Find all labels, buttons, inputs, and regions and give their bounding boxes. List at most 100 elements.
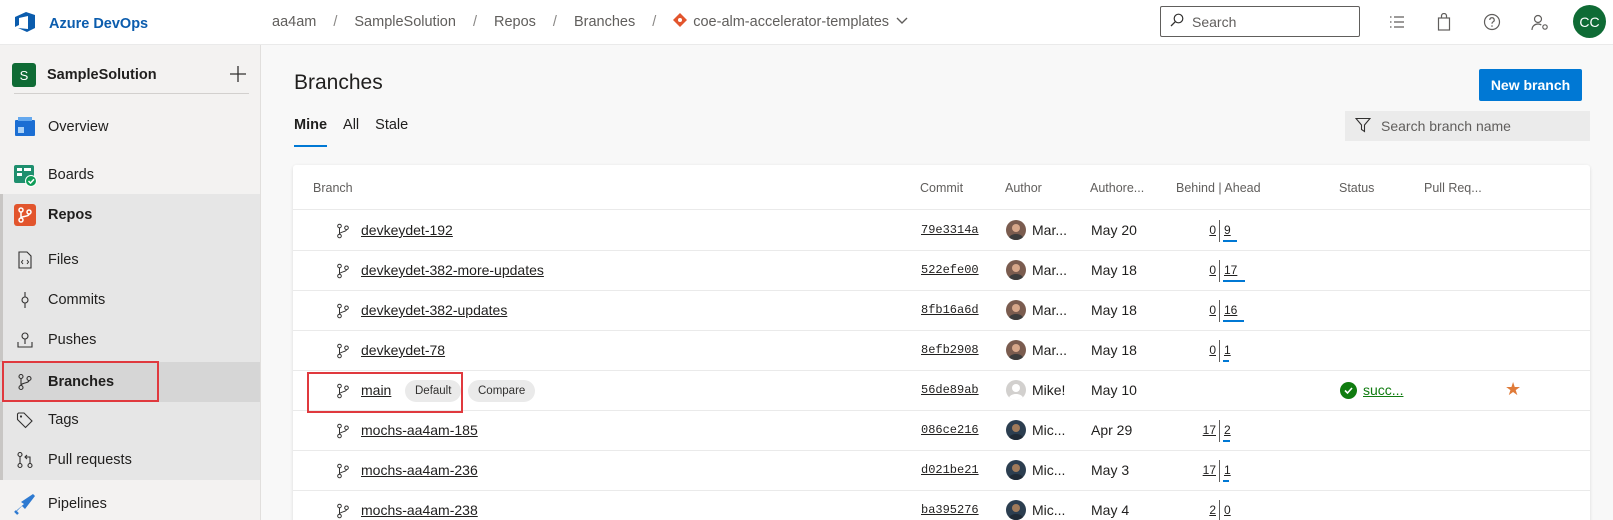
commit-id-link[interactable]: 086ce216 (921, 423, 979, 437)
global-search[interactable] (1160, 6, 1360, 37)
project-name: SampleSolution (47, 67, 157, 83)
commit-id-link[interactable]: ba395276 (921, 503, 979, 517)
col-pull-request[interactable]: Pull Req... (1424, 181, 1482, 195)
col-commit[interactable]: Commit (920, 181, 963, 195)
page-title: Branches (294, 71, 383, 94)
branch-search-input[interactable] (1381, 118, 1581, 134)
branch-name-link[interactable]: devkeydet-192 (361, 222, 453, 238)
behind-ahead-divider (1219, 300, 1220, 322)
table-row[interactable]: devkeydet-192 79e3314a Mar... May 20 0 9 (293, 211, 1590, 251)
col-author[interactable]: Author (1005, 181, 1042, 195)
breadcrumb-branches[interactable]: Branches (574, 14, 635, 30)
breadcrumb-project[interactable]: SampleSolution (354, 14, 456, 30)
breadcrumb-repos[interactable]: Repos (494, 14, 536, 30)
nav-overview[interactable]: Overview (0, 109, 260, 145)
behind-count-link[interactable]: 0 (1186, 343, 1216, 357)
behind-count-link[interactable]: 17 (1186, 423, 1216, 437)
table-row[interactable]: mochs-aa4am-238 ba395276 Mic... May 4 20 (293, 491, 1590, 520)
authored-date: May 18 (1091, 302, 1137, 318)
branch-name-link[interactable]: devkeydet-382-updates (361, 302, 507, 318)
authored-date: May 18 (1091, 262, 1137, 278)
table-row[interactable]: mochs-aa4am-185 086ce216 Mic... Apr 29 17 2 (293, 411, 1590, 451)
author-name: Mar... (1032, 222, 1068, 238)
commit-id-link[interactable]: 8fb16a6d (921, 303, 979, 317)
behind-count-link[interactable]: 0 (1186, 223, 1216, 237)
branch-name-link[interactable]: mochs-aa4am-238 (361, 502, 478, 518)
tab-stale[interactable]: Stale (375, 117, 408, 149)
branch-icon (336, 463, 350, 479)
nav-boards[interactable]: Boards (0, 157, 260, 193)
branch-filter[interactable] (1345, 111, 1590, 141)
tab-mine[interactable]: Mine (294, 117, 328, 149)
table-row[interactable]: devkeydet-382-more-updates 522efe00 Mar...… (293, 251, 1590, 291)
nav-repos[interactable]: Repos (0, 195, 260, 235)
overview-icon (13, 115, 37, 139)
nav-files[interactable]: Files (0, 242, 260, 278)
build-status-link[interactable]: succ... (1363, 382, 1403, 398)
author-name: Mar... (1032, 262, 1068, 278)
table-row[interactable]: devkeydet-382-updates 8fb16a6d Mar... May 1… (293, 291, 1590, 331)
branch-name-link[interactable]: mochs-aa4am-236 (361, 462, 478, 478)
col-status[interactable]: Status (1339, 181, 1374, 195)
repos-icon (13, 203, 37, 227)
table-row[interactable]: devkeydet-78 8efb2908 Mar... May 18 0 1 (293, 331, 1590, 371)
col-branch[interactable]: Branch (313, 181, 353, 195)
user-avatar[interactable]: CC (1573, 5, 1606, 38)
compare-button[interactable]: Compare (468, 380, 536, 402)
commit-id-link[interactable]: 56de89ab (921, 383, 979, 397)
author-avatar (1006, 460, 1026, 480)
table-row[interactable]: mochs-aa4am-236 d021be21 Mic... May 3 17 1 (293, 451, 1590, 491)
ahead-count-link[interactable]: 9 (1224, 223, 1231, 237)
left-navigation: S SampleSolution Overview Boards Repos F… (0, 45, 261, 520)
branch-name-link[interactable]: devkeydet-78 (361, 342, 445, 358)
col-authored-date[interactable]: Authore... (1090, 181, 1144, 195)
nav-tags[interactable]: Tags (0, 402, 260, 438)
search-input[interactable] (1192, 13, 1342, 30)
nav-pull-requests[interactable]: Pull requests (0, 442, 260, 478)
ahead-count-link[interactable]: 0 (1224, 503, 1231, 517)
ahead-count-link[interactable]: 2 (1224, 423, 1231, 437)
behind-count-link[interactable]: 0 (1186, 303, 1216, 317)
table-row[interactable]: main Default Compare 56de89ab Mike! May 10 suc… (293, 371, 1590, 411)
commit-id-link[interactable]: d021be21 (921, 463, 979, 477)
marketplace-bag-icon[interactable] (1434, 12, 1454, 32)
behind-count-link[interactable]: 0 (1186, 263, 1216, 277)
author-avatar (1006, 340, 1026, 360)
commit-id-link[interactable]: 79e3314a (921, 223, 979, 237)
ahead-count-link[interactable]: 16 (1224, 303, 1237, 317)
branch-name-link[interactable]: devkeydet-382-more-updates (361, 262, 544, 278)
commit-id-link[interactable]: 522efe00 (921, 263, 979, 277)
authored-date: May 3 (1091, 462, 1130, 478)
nav-commits[interactable]: Commits (0, 282, 260, 318)
authored-date: May 10 (1091, 382, 1137, 398)
ahead-count-link[interactable]: 1 (1224, 463, 1231, 477)
breadcrumb-org[interactable]: aa4am (272, 14, 316, 30)
project-header[interactable]: S SampleSolution (12, 57, 249, 93)
author-name: Mic... (1032, 462, 1066, 478)
author-name: Mike! (1032, 382, 1066, 398)
branch-icon (336, 223, 350, 239)
branch-name-link[interactable]: mochs-aa4am-185 (361, 422, 478, 438)
new-branch-button[interactable]: New branch (1479, 69, 1582, 101)
behind-count-link[interactable]: 2 (1186, 503, 1216, 517)
breadcrumb-separator: / (472, 14, 477, 30)
col-behind-ahead[interactable]: Behind | Ahead (1176, 181, 1261, 195)
help-icon[interactable] (1482, 12, 1502, 32)
ahead-count-link[interactable]: 17 (1224, 263, 1237, 277)
user-settings-icon[interactable] (1530, 12, 1550, 32)
favorite-star-icon[interactable]: ★ (1505, 379, 1521, 400)
behind-count-link[interactable]: 17 (1186, 463, 1216, 477)
pull-request-icon (16, 451, 34, 469)
commit-id-link[interactable]: 8efb2908 (921, 343, 979, 357)
add-icon[interactable] (227, 63, 249, 85)
tab-all[interactable]: All (343, 117, 359, 149)
nav-pipelines-label: Pipelines (48, 496, 107, 512)
behind-ahead-divider (1219, 340, 1220, 362)
brand[interactable]: Azure DevOps (14, 11, 148, 36)
repo-selector[interactable]: coe-alm-accelerator-templates (673, 13, 909, 31)
nav-pipelines[interactable]: Pipelines (0, 486, 260, 520)
ahead-count-link[interactable]: 1 (1224, 343, 1231, 357)
work-items-icon[interactable] (1387, 12, 1407, 32)
nav-pushes[interactable]: Pushes (0, 322, 260, 358)
git-repo-icon (673, 13, 688, 31)
